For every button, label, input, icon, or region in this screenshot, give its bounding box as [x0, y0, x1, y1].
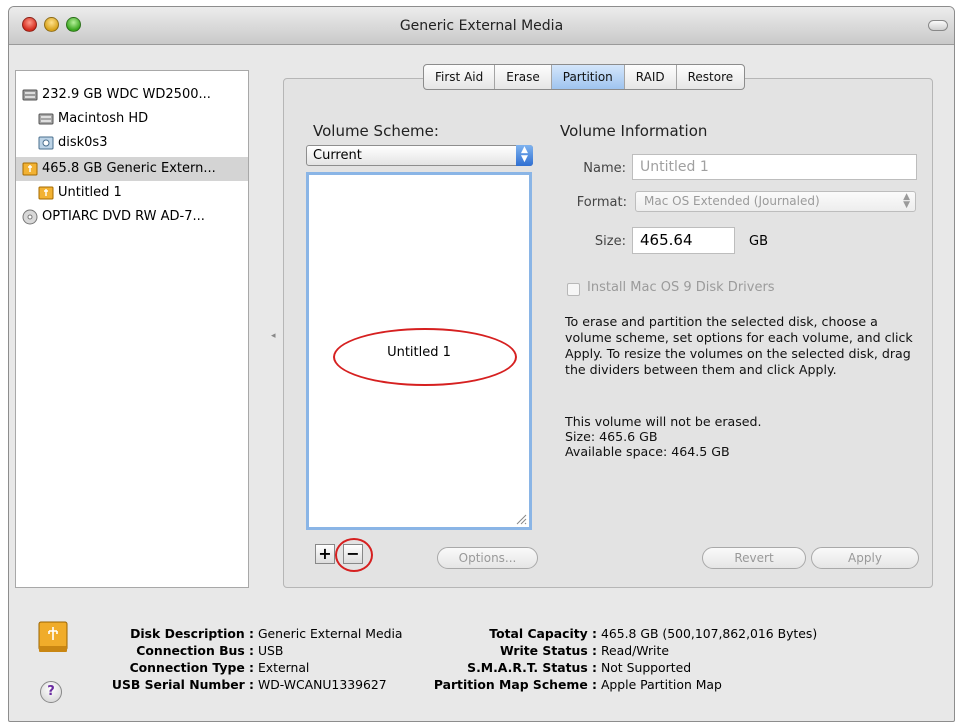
total-capacity-value: 465.8 GB (500,107,862,016 Bytes) — [600, 626, 818, 641]
sidebar-item-disk0s3[interactable]: disk0s3 — [38, 131, 107, 155]
sidebar-item-internal-disk[interactable]: 232.9 GB WDC WD2500... — [22, 83, 211, 107]
volume-icon — [38, 136, 54, 150]
size-label: Size: — [594, 234, 626, 249]
tab-partition[interactable]: Partition — [551, 65, 625, 89]
available-space-text: Available space: 464.5 GB — [565, 444, 730, 459]
add-partition-button[interactable]: + — [315, 544, 335, 564]
volume-size-field[interactable]: 465.64 — [632, 227, 735, 254]
write-status-key: Write Status : — [499, 643, 597, 658]
annotation-circle-remove — [335, 538, 373, 572]
install-drivers-checkbox[interactable] — [567, 283, 580, 296]
tab-bar: First Aid Erase Partition RAID Restore — [423, 64, 746, 90]
volume-icon — [38, 113, 54, 125]
erase-status-text: This volume will not be erased. — [565, 414, 762, 429]
disk-sidebar[interactable]: 232.9 GB WDC WD2500... Macintosh HD disk… — [15, 70, 249, 588]
apply-button[interactable]: Apply — [811, 547, 919, 569]
revert-button[interactable]: Revert — [702, 547, 806, 569]
partition-map-value: Apple Partition Map — [600, 677, 722, 692]
sidebar-item-optical-drive[interactable]: OPTIARC DVD RW AD-7... — [22, 205, 205, 229]
help-button[interactable]: ? — [40, 681, 62, 703]
size-unit-label: GB — [749, 234, 768, 249]
partition-instructions: To erase and partition the selected disk… — [565, 314, 913, 377]
popup-arrows-icon: ▲ ▼ — [516, 145, 533, 166]
total-capacity-key: Total Capacity : — [489, 626, 597, 641]
sidebar-item-label: disk0s3 — [58, 135, 108, 150]
tab-raid[interactable]: RAID — [625, 65, 677, 89]
write-status-value: Read/Write — [600, 643, 669, 658]
sidebar-item-external-disk[interactable]: 465.8 GB Generic Extern... — [16, 157, 248, 181]
smart-status-value: Not Supported — [600, 660, 692, 675]
window-title: Generic External Media — [399, 18, 564, 34]
write-status-row: Write Status : Read/Write — [0, 643, 669, 658]
volume-scheme-value: Current — [313, 148, 362, 163]
splitter-handle[interactable]: ◂ — [271, 331, 276, 341]
sidebar-item-label: Macintosh HD — [58, 111, 149, 126]
external-disk-icon — [22, 162, 38, 176]
smart-status-row: S.M.A.R.T. Status : Not Supported — [0, 660, 691, 675]
internal-disk-icon — [22, 89, 38, 101]
sidebar-item-label: Untitled 1 — [58, 185, 122, 200]
sidebar-item-label: 465.8 GB Generic Extern... — [42, 161, 216, 176]
annotation-circle-partition — [333, 328, 517, 386]
partition-map-key: Partition Map Scheme : — [433, 677, 597, 692]
volume-size-text: Size: 465.6 GB — [565, 429, 658, 444]
name-label: Name: — [583, 161, 626, 176]
tab-first-aid[interactable]: First Aid — [424, 65, 496, 89]
tab-restore[interactable]: Restore — [677, 65, 745, 89]
format-popup[interactable]: Mac OS Extended (Journaled) ▲ ▼ — [635, 191, 916, 212]
external-volume-icon — [38, 186, 54, 200]
smart-status-key: S.M.A.R.T. Status : — [467, 660, 597, 675]
total-capacity-row: Total Capacity : 465.8 GB (500,107,862,0… — [0, 626, 817, 641]
volume-name-field[interactable]: Untitled 1 — [632, 154, 917, 180]
install-drivers-label: Install Mac OS 9 Disk Drivers — [587, 280, 775, 295]
sidebar-item-label: OPTIARC DVD RW AD-7... — [42, 209, 205, 224]
popup-arrows-icon: ▲ ▼ — [903, 192, 910, 210]
volume-scheme-label: Volume Scheme: — [313, 122, 439, 140]
format-label: Format: — [576, 195, 627, 210]
volume-information-label: Volume Information — [560, 122, 708, 140]
format-value: Mac OS Extended (Journaled) — [644, 194, 820, 208]
toolbar-toggle-button[interactable] — [928, 20, 948, 31]
sidebar-item-untitled-1[interactable]: Untitled 1 — [38, 181, 122, 205]
optical-drive-icon — [22, 209, 38, 225]
partition-map-row: Partition Map Scheme : Apple Partition M… — [0, 677, 722, 692]
sidebar-item-label: 232.9 GB WDC WD2500... — [42, 87, 211, 102]
resize-grip-icon[interactable] — [515, 513, 527, 525]
sidebar-item-macintosh-hd[interactable]: Macintosh HD — [38, 107, 148, 131]
options-button[interactable]: Options... — [437, 547, 538, 569]
tab-erase[interactable]: Erase — [495, 65, 552, 89]
volume-stats: This volume will not be erased. Size: 46… — [565, 414, 762, 459]
volume-scheme-popup[interactable]: Current ▲ ▼ — [306, 145, 533, 166]
title-bar[interactable]: Generic External Media — [9, 7, 954, 45]
